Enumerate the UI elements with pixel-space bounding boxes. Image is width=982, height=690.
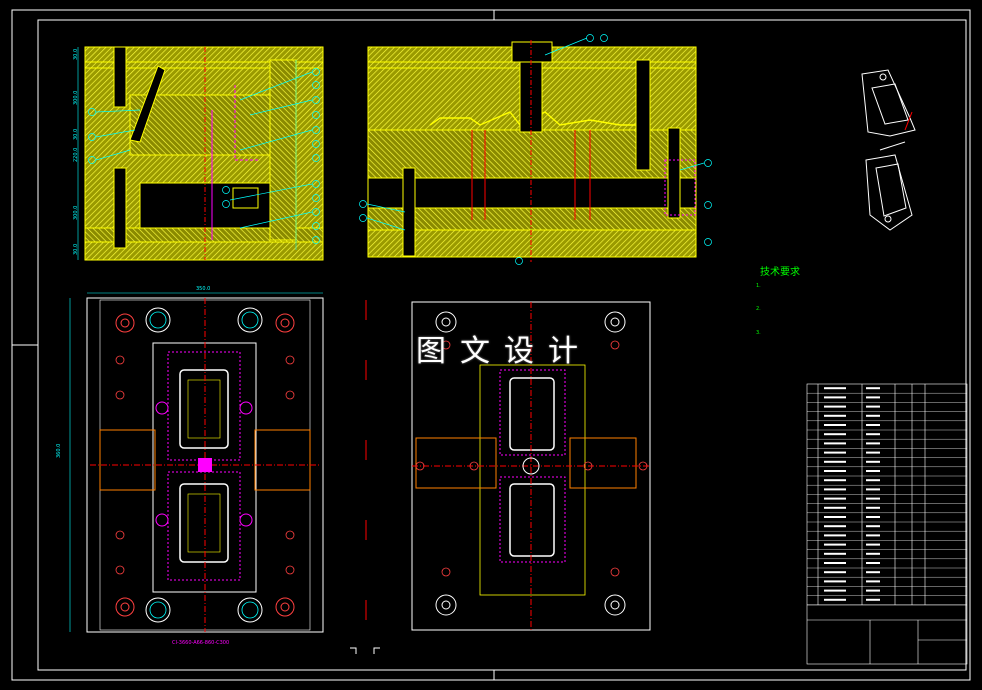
tech-requirement-line: 3. <box>756 330 761 336</box>
bom-cell-mark <box>866 506 880 509</box>
bom-cell-mark <box>866 516 880 518</box>
bom-cell-mark <box>824 405 846 408</box>
dimension-section: 30.0 <box>73 128 79 140</box>
bom-cell-mark <box>866 552 880 555</box>
bom-cell-mark <box>866 497 880 500</box>
plan-caption: CI-3660-A66-860-C300 <box>172 640 230 646</box>
bom-cell-mark <box>866 470 880 472</box>
bom-cell-mark <box>866 405 880 408</box>
watermark: 图文设计 <box>416 334 592 369</box>
bom-cell-mark <box>866 562 880 564</box>
view-marker <box>350 647 380 654</box>
bom-cell-mark <box>866 571 880 574</box>
bom-cell-mark <box>866 442 880 445</box>
bom-cell-mark <box>824 525 846 528</box>
section-view-left <box>77 46 324 261</box>
bom-cell-mark <box>866 525 880 528</box>
bom-cell-mark <box>824 506 846 509</box>
bom-cell-mark <box>824 598 846 601</box>
bom-cell-mark <box>866 424 880 426</box>
bom-cell-mark <box>824 534 846 537</box>
bom-cell-mark <box>824 414 846 417</box>
part-isometric <box>861 69 916 231</box>
bom-cell-mark <box>824 433 846 436</box>
bom-cell-mark <box>866 598 880 601</box>
bom-cell-mark <box>824 543 846 546</box>
tech-requirement-line: 1. <box>756 283 761 289</box>
bom-cell-mark <box>866 433 880 436</box>
plan-view-left <box>69 292 324 633</box>
dimension-section: 30.0 <box>73 243 79 255</box>
bom-cell-mark <box>866 451 880 454</box>
bom-cell-mark <box>824 562 846 564</box>
bom-cell-mark <box>824 516 846 518</box>
dimension-section: 220.0 <box>73 147 79 162</box>
bom-cell-mark <box>866 580 880 583</box>
bom-cell-mark <box>824 424 846 426</box>
dimension-section: 300.0 <box>73 90 79 105</box>
bom-cell-mark <box>824 479 846 482</box>
bom-cell-mark <box>866 488 880 491</box>
bom-cell-mark <box>824 571 846 574</box>
bom-cell-mark <box>824 387 846 390</box>
bom-cell-mark <box>824 460 846 463</box>
section-view-right <box>359 34 712 265</box>
dimension-section: 300.0 <box>73 205 79 220</box>
bom-cell-mark <box>824 451 846 454</box>
bom-cell-mark <box>866 479 880 482</box>
dimension-plan-height: 360.0 <box>56 443 62 458</box>
dimension-plan-width: 350.0 <box>196 286 211 292</box>
bom-cell-mark <box>824 580 846 583</box>
bom-cell-mark <box>866 387 880 390</box>
bom-cell-mark <box>866 543 880 546</box>
bom-cell-mark <box>824 488 846 491</box>
bom-cell-mark <box>824 497 846 500</box>
bom-cell-mark <box>866 396 880 399</box>
bom-cell-mark <box>824 396 846 399</box>
dimension-section: 30.0 <box>73 48 79 60</box>
bom-cell-mark <box>824 470 846 472</box>
bom-cell-mark <box>824 552 846 555</box>
bom-cell-mark <box>866 460 880 463</box>
bom-cell-mark <box>824 589 846 592</box>
bom-cell-mark <box>824 442 846 445</box>
tech-requirements-title: 技术要求 <box>760 267 800 278</box>
tech-requirement-line: 2. <box>756 306 761 312</box>
bom-cell-mark <box>866 414 880 417</box>
bom-cell-mark <box>866 534 880 537</box>
bom-cell-mark <box>866 589 880 592</box>
